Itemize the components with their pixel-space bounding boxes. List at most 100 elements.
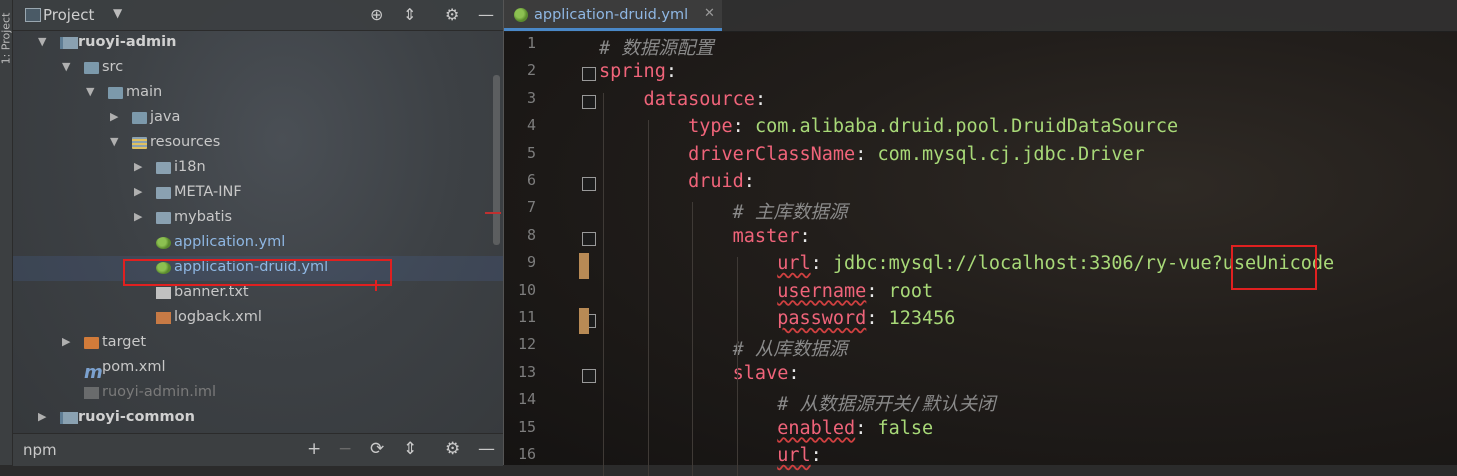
minimize-icon[interactable]: — [478, 439, 495, 459]
code-line: url: [599, 445, 822, 466]
tree-item-label: i18n [174, 159, 206, 175]
maven-icon: m [84, 362, 103, 383]
tree-item[interactable]: ▶ mybatis [13, 206, 503, 231]
code-token: : [855, 417, 878, 439]
tree-item-label: target [102, 334, 147, 350]
fold-marker-icon[interactable] [582, 94, 596, 109]
code-token: driverClassName [599, 143, 856, 165]
collapse-arrow-icon[interactable]: ▶ [110, 110, 118, 123]
code-token: com.alibaba.druid.pool.DruidDataSource [754, 116, 1179, 138]
excluded-folder-icon [84, 337, 99, 349]
tree-item-label: META-INF [174, 184, 242, 200]
collapse-arrow-icon[interactable]: ▶ [62, 335, 70, 348]
npm-label[interactable]: npm [23, 441, 57, 459]
tool-window-strip: 1: Project [0, 0, 13, 465]
highlight-box [123, 259, 392, 286]
code-token: master [599, 225, 800, 247]
code-line: enabled: false [599, 418, 933, 439]
line-number: 3 [526, 88, 536, 107]
expand-arrow-icon[interactable]: ▼ [86, 85, 94, 98]
line-number: 13 [517, 362, 536, 381]
code-line: # 从数据源开关/默认关闭 [599, 390, 996, 416]
code-token: 123456 [888, 308, 956, 329]
collapse-arrow-icon[interactable]: ▶ [134, 160, 142, 173]
tree-item-label: banner.txt [174, 284, 249, 300]
code-area[interactable]: # 数据源配置 spring: datasource: type: com.ali… [599, 31, 1457, 466]
project-tree: ▼ ruoyi-admin ▼ src ▼ main ▶ java ▼ resources ▶ i18… [13, 30, 503, 435]
tree-item[interactable]: ▼ main [13, 81, 503, 106]
gear-icon[interactable]: ⚙ [445, 5, 459, 24]
tree-item[interactable]: application.yml [13, 231, 503, 256]
tab-application-druid[interactable]: application-druid.yml ✕ [504, 0, 722, 31]
project-title[interactable]: Project [43, 6, 94, 24]
collapse-icon[interactable]: ⇕ [403, 5, 416, 24]
code-line: spring: [599, 61, 677, 82]
remove-icon[interactable]: − [338, 439, 352, 459]
tree-item[interactable]: ▼ src [13, 56, 503, 81]
editor-gutter: 1 2 3 4 5 6 7 8 9 10 11 12 13 14 15 16 [504, 31, 596, 465]
fold-marker-icon[interactable] [582, 231, 596, 246]
indent-guide [692, 202, 694, 476]
tree-item[interactable]: ▶ target [13, 331, 503, 356]
url-highlight-box [1231, 245, 1317, 290]
code-token: false [877, 417, 934, 439]
code-token: : [788, 362, 800, 384]
tree-item[interactable]: ▼ ruoyi-admin [13, 31, 503, 56]
tree-item[interactable]: ▶ META-INF [13, 181, 503, 206]
expand-arrow-icon[interactable]: ▼ [110, 135, 118, 148]
tree-scrollbar[interactable] [493, 75, 500, 245]
code-line: password: 123456 [599, 308, 955, 329]
expand-arrow-icon[interactable]: ▼ [62, 60, 70, 73]
code-token: : [866, 280, 889, 302]
code-token: : [810, 253, 833, 275]
add-icon[interactable]: + [307, 439, 321, 459]
folder-icon [156, 212, 171, 224]
fold-marker-icon[interactable] [582, 177, 596, 191]
xml-file-icon [156, 312, 171, 324]
tree-item[interactable]: m pom.xml [13, 356, 503, 383]
code-line: # 从库数据源 [599, 335, 848, 361]
minimize-icon[interactable]: — [478, 5, 494, 24]
collapse-arrow-icon[interactable]: ▶ [134, 185, 142, 198]
code-line: # 数据源配置 [599, 34, 714, 60]
project-tool-label[interactable]: 1: Project [0, 13, 13, 65]
code-token: url [777, 253, 811, 275]
fold-marker-icon[interactable] [582, 67, 596, 82]
line-number: 4 [526, 116, 536, 135]
collapse-arrow-icon[interactable]: ▶ [38, 410, 46, 423]
tree-item[interactable]: ruoyi-admin.iml [13, 381, 503, 406]
code-token: username [777, 280, 867, 302]
code-token: : [732, 116, 755, 138]
chevron-down-icon[interactable]: ▼ [113, 6, 122, 20]
code-line: slave: [599, 363, 800, 384]
gear-icon[interactable]: ⚙ [445, 439, 460, 459]
close-icon[interactable]: ✕ [704, 6, 715, 21]
code-token: : [810, 445, 822, 466]
expand-arrow-icon[interactable]: ▼ [38, 35, 46, 48]
code-token: # 从数据源开关/默认关闭 [599, 394, 996, 416]
line-number: 10 [517, 280, 536, 299]
tree-item[interactable]: ▼ resources [13, 131, 503, 156]
target-icon[interactable]: ⊕ [370, 5, 383, 24]
tree-item[interactable]: ▶ ruoyi-common [13, 406, 503, 431]
collapse-arrow-icon[interactable]: ▶ [134, 210, 142, 223]
iml-file-icon [84, 387, 99, 399]
code-line: driverClassName: com.mysql.cj.jdbc.Drive… [599, 144, 1145, 165]
code-token: : [743, 171, 755, 192]
tree-item[interactable]: logback.xml [13, 306, 503, 331]
code-token: : [799, 225, 811, 247]
refresh-icon[interactable]: ⟳ [370, 439, 384, 459]
tree-item[interactable]: ▶ java [13, 106, 503, 131]
highlight-mark [375, 280, 377, 291]
collapse-icon[interactable]: ⇕ [403, 439, 417, 459]
tree-item-label: resources [150, 134, 221, 150]
fold-marker-icon[interactable] [582, 368, 596, 383]
indent-guide [736, 257, 738, 476]
change-marker [579, 308, 589, 334]
change-marker [579, 253, 589, 280]
project-view-icon [25, 8, 41, 22]
code-token: # 数据源配置 [599, 38, 714, 59]
tree-item[interactable]: ▶ i18n [13, 156, 503, 181]
line-number: 2 [526, 61, 536, 80]
